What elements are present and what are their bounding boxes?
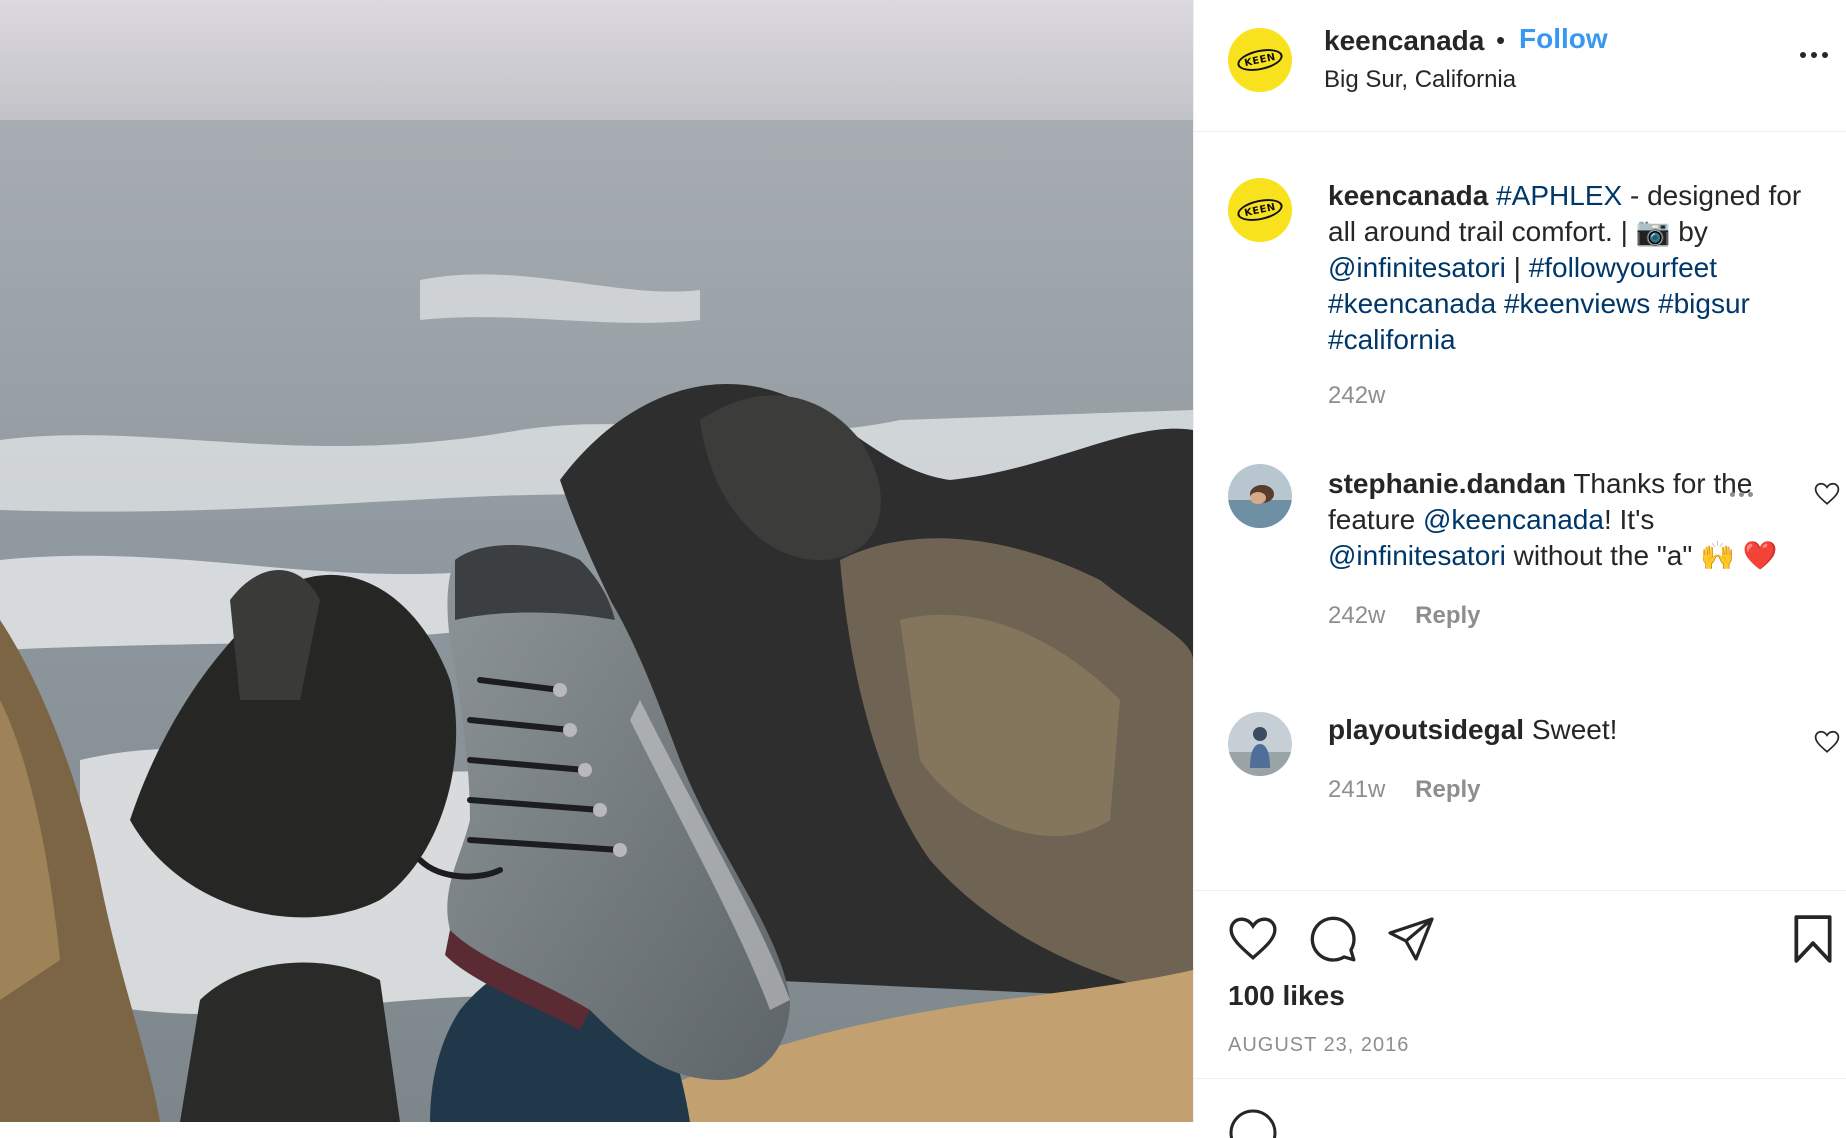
post-photo[interactable] [0,0,1193,1122]
avatar[interactable] [1228,712,1292,776]
comment-text: without the "a" 🙌 ❤️ [1505,540,1778,571]
comment-like-heart-icon[interactable] [1814,730,1840,754]
keen-avatar[interactable]: KEEN [1228,28,1292,92]
comment-time[interactable]: 241w [1328,776,1385,803]
hashtag-aphlex[interactable]: #APHLEX [1496,180,1622,211]
post-side-panel: KEEN keencanada • Follow Big Sur, Califo… [1193,0,1846,1138]
comment-text: Sweet! [1524,714,1618,745]
post-header: KEEN keencanada • Follow Big Sur, Califo… [1194,0,1846,132]
hashtag-keencanada[interactable]: #keencanada [1328,288,1496,319]
header-separator: • [1496,25,1506,55]
location-link[interactable]: Big Sur, California [1324,66,1516,94]
keen-logo: KEEN [1235,45,1285,75]
more-icon[interactable] [1800,52,1828,58]
avatar[interactable] [1228,464,1292,528]
post-date[interactable]: AUGUST 23, 2016 [1228,1034,1409,1057]
heart-icon[interactable] [1228,916,1278,962]
reply-button[interactable]: Reply [1415,602,1480,629]
mention-infinitesatori[interactable]: @infinitesatori [1328,540,1506,571]
hashtag-bigsur[interactable]: #bigsur [1658,288,1750,319]
comment-username[interactable]: playoutsidegal [1328,714,1524,745]
caption-username[interactable]: keencanada [1328,180,1488,211]
comment-username[interactable]: stephanie.dandan [1328,468,1566,499]
comment-icon[interactable] [1308,914,1358,964]
follow-button[interactable]: Follow [1519,23,1608,55]
mention-keencanada[interactable]: @keencanada [1423,504,1604,535]
bookmark-icon[interactable] [1791,914,1835,964]
comment-like-heart-icon[interactable] [1814,482,1840,506]
hashtag-keenviews[interactable]: #keenviews [1504,288,1650,319]
divider [1194,1078,1846,1079]
caption-separator: | [1505,252,1529,283]
caption-avatar[interactable]: KEEN [1228,178,1292,242]
comment: playoutsidegal Sweet! 241w Reply [1328,712,1778,808]
comment-time[interactable]: 242w [1328,602,1385,629]
mention-infinitesatori[interactable]: @infinitesatori [1328,252,1506,283]
comment-text: ! It's [1603,504,1655,535]
share-icon[interactable] [1388,916,1436,962]
likes-count[interactable]: 100 likes [1228,980,1345,1012]
comment: stephanie.dandan Thanks for the feature … [1328,466,1778,634]
divider [1194,890,1846,891]
comment-more-icon[interactable] [1730,492,1753,497]
caption: keencanada #APHLEX - designed for all ar… [1328,178,1828,414]
keen-logo: KEEN [1235,195,1285,225]
emoji-icon[interactable] [1228,1108,1278,1138]
hashtag-followyourfeet[interactable]: #followyourfeet [1529,252,1717,283]
caption-time[interactable]: 242w [1328,382,1385,409]
hashtag-california[interactable]: #california [1328,324,1456,355]
reply-button[interactable]: Reply [1415,776,1480,803]
header-username[interactable]: keencanada [1324,25,1484,57]
